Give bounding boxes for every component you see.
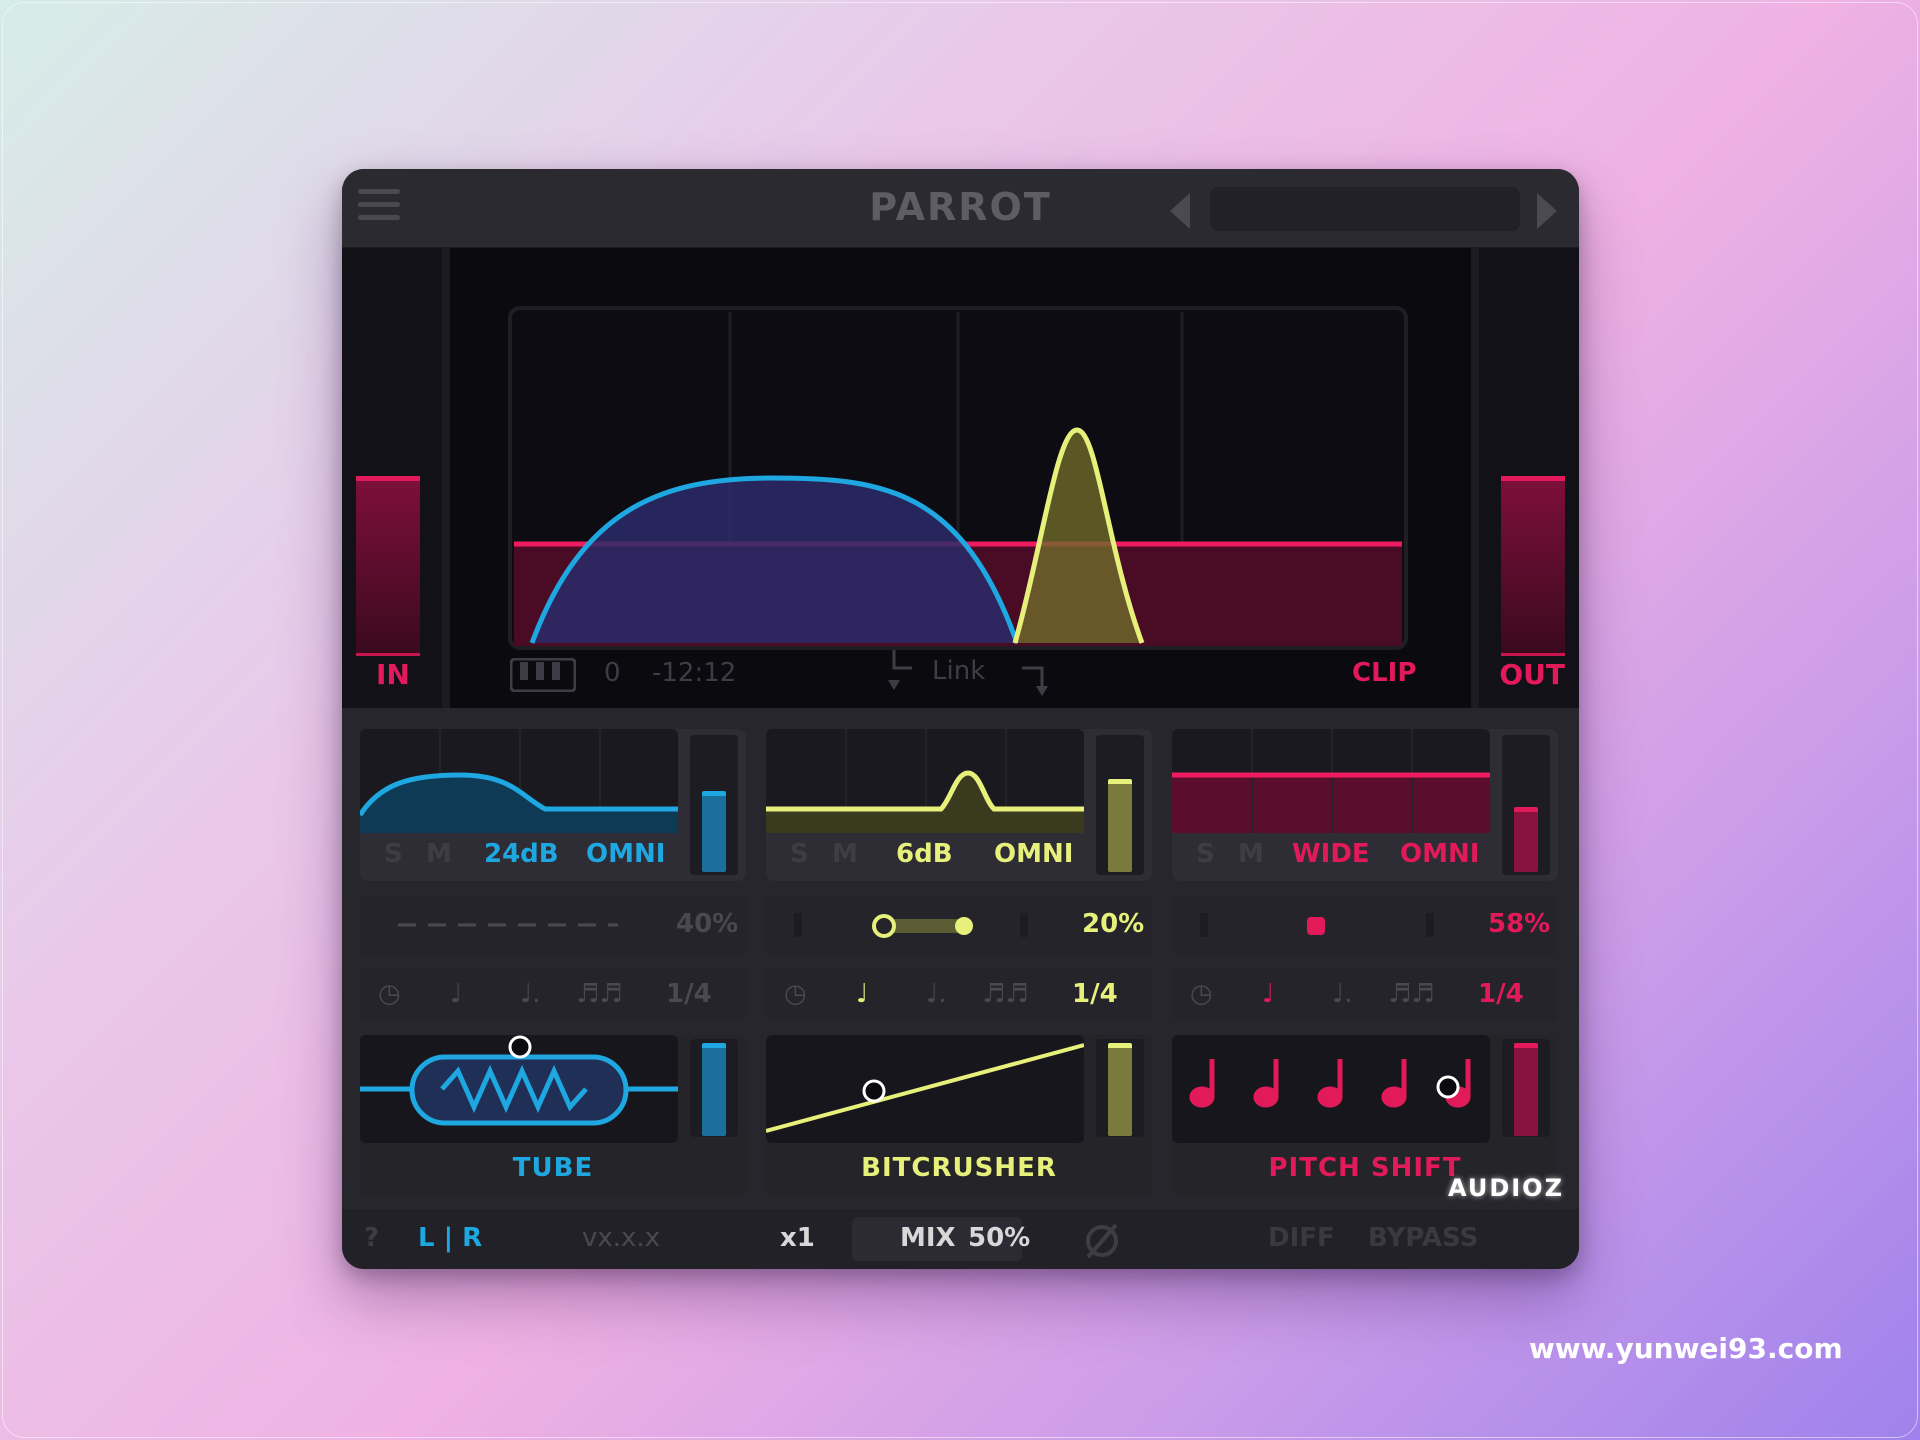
module-2-triplet-icon[interactable]: ♬♬ (982, 979, 1029, 1009)
preset-selector[interactable] (1210, 187, 1520, 231)
mix-value: 50% (968, 1223, 1031, 1253)
module-2-note-icon[interactable]: ♩ (856, 979, 868, 1009)
module-1-rate-row: ◷ ♩ ♩. ♬♬ 1/4 (360, 967, 746, 1021)
module-1-note-icon[interactable]: ♩ (450, 979, 462, 1009)
module-3-filter-card: S M WIDE OMNI (1172, 729, 1558, 881)
module-1-fx-viz[interactable] (360, 1035, 678, 1143)
module-1-filter-card: S M 24dB OMNI (360, 729, 746, 881)
parrot-plugin-window: PARROT IN OUT 0 -12:12 Link CLIP S M 24d… (342, 169, 1579, 1269)
range-low-value: 0 (604, 658, 621, 688)
module-1-mute-button[interactable]: M (426, 839, 452, 869)
module-2-dotted-note-icon[interactable]: ♩. (926, 979, 947, 1009)
module-1-level-fader[interactable] (690, 735, 738, 875)
preset-next-arrow-icon[interactable] (1537, 193, 1557, 229)
module-3-dotted-note-icon[interactable]: ♩. (1332, 979, 1353, 1009)
piano-keys-icon[interactable] (509, 657, 577, 693)
module-2-filter-viz[interactable] (766, 729, 1084, 833)
link-toggle[interactable]: Link (932, 656, 985, 686)
module-3-level-fader[interactable] (1502, 735, 1550, 875)
module-2-solo-button[interactable]: S (790, 839, 809, 869)
module-2-level-fader[interactable] (1096, 735, 1144, 875)
module-2-rate-value[interactable]: 1/4 (1072, 979, 1118, 1009)
module-2-filter-card: S M 6dB OMNI (766, 729, 1152, 881)
module-1-amount-slider[interactable]: 40% (360, 895, 746, 955)
module-3-mode-button[interactable]: OMNI (1400, 839, 1479, 869)
module-1-fx-fader[interactable] (690, 1039, 738, 1137)
module-3-mute-button[interactable]: M (1238, 839, 1264, 869)
preset-prev-arrow-icon[interactable] (1170, 193, 1190, 229)
module-1-filter-viz[interactable] (360, 729, 678, 833)
module-1-solo-button[interactable]: S (384, 839, 403, 869)
lr-toggle[interactable]: L | R (418, 1223, 482, 1253)
module-2-fx-card: BITCRUSHER (766, 1035, 1152, 1197)
module-3-fx-fader[interactable] (1502, 1039, 1550, 1137)
module-2-fx-viz[interactable] (766, 1035, 1084, 1143)
range-value: -12:12 (652, 658, 737, 688)
footer-bar: ? L | R vx.x.x x1 MIX 50% DIFF BYPASS (342, 1209, 1579, 1269)
bypass-button[interactable]: BYPASS (1368, 1223, 1478, 1253)
module-3-triplet-icon[interactable]: ♬♬ (1388, 979, 1435, 1009)
module-1-amount-value: 40% (676, 909, 739, 939)
module-3-amount-value: 58% (1488, 909, 1551, 939)
module-1-slope-button[interactable]: 24dB (484, 839, 559, 869)
module-2-mode-button[interactable]: OMNI (994, 839, 1073, 869)
module-3-rate-row: ◷ ♩ ♩. ♬♬ 1/4 (1172, 967, 1558, 1021)
module-1-mode-button[interactable]: OMNI (586, 839, 665, 869)
module-3-fx-card: PITCH SHIFT (1172, 1035, 1558, 1197)
spectrum-display: IN OUT 0 -12:12 Link CLIP (342, 248, 1579, 708)
module-2-fx-fader[interactable] (1096, 1039, 1144, 1137)
diff-button[interactable]: DIFF (1268, 1223, 1335, 1253)
module-2-clock-icon[interactable]: ◷ (784, 979, 807, 1009)
module-2-mute-button[interactable]: M (832, 839, 858, 869)
mix-label: MIX (900, 1223, 956, 1253)
module-2-amount-slider[interactable]: 20% (766, 895, 1152, 955)
clip-label: CLIP (1352, 658, 1417, 688)
module-1-fx-card: TUBE (360, 1035, 746, 1197)
module-2-rate-row: ◷ ♩ ♩. ♬♬ 1/4 (766, 967, 1152, 1021)
module-1-dotted-note-icon[interactable]: ♩. (520, 979, 541, 1009)
module-1-rate-value[interactable]: 1/4 (666, 979, 712, 1009)
module-1-fx-label[interactable]: TUBE (360, 1153, 746, 1183)
module-2-fx-label[interactable]: BITCRUSHER (766, 1153, 1152, 1183)
module-1-triplet-icon[interactable]: ♬♬ (576, 979, 623, 1009)
module-3-solo-button[interactable]: S (1196, 839, 1215, 869)
version-label: vx.x.x (582, 1223, 661, 1253)
help-button[interactable]: ? (364, 1223, 379, 1253)
filter-graph[interactable] (342, 248, 1579, 708)
site-watermark: www.yunwei93.com (1529, 1332, 1843, 1365)
oversample-button[interactable]: x1 (780, 1223, 815, 1253)
phase-invert-icon[interactable] (1082, 1221, 1122, 1261)
audioz-watermark-logo: AUDIOZ (1448, 1174, 1564, 1202)
top-bar: PARROT (342, 169, 1579, 248)
module-3-rate-value[interactable]: 1/4 (1478, 979, 1524, 1009)
module-3-fx-viz[interactable] (1172, 1035, 1490, 1143)
module-1-clock-icon[interactable]: ◷ (378, 979, 401, 1009)
module-3-clock-icon[interactable]: ◷ (1190, 979, 1213, 1009)
module-3-filter-viz[interactable] (1172, 729, 1490, 833)
module-2-slope-button[interactable]: 6dB (896, 839, 953, 869)
module-3-width-button[interactable]: WIDE (1292, 839, 1370, 869)
module-3-amount-slider[interactable]: 58% (1172, 895, 1558, 955)
module-3-note-icon[interactable]: ♩ (1262, 979, 1274, 1009)
module-2-amount-value: 20% (1082, 909, 1145, 939)
